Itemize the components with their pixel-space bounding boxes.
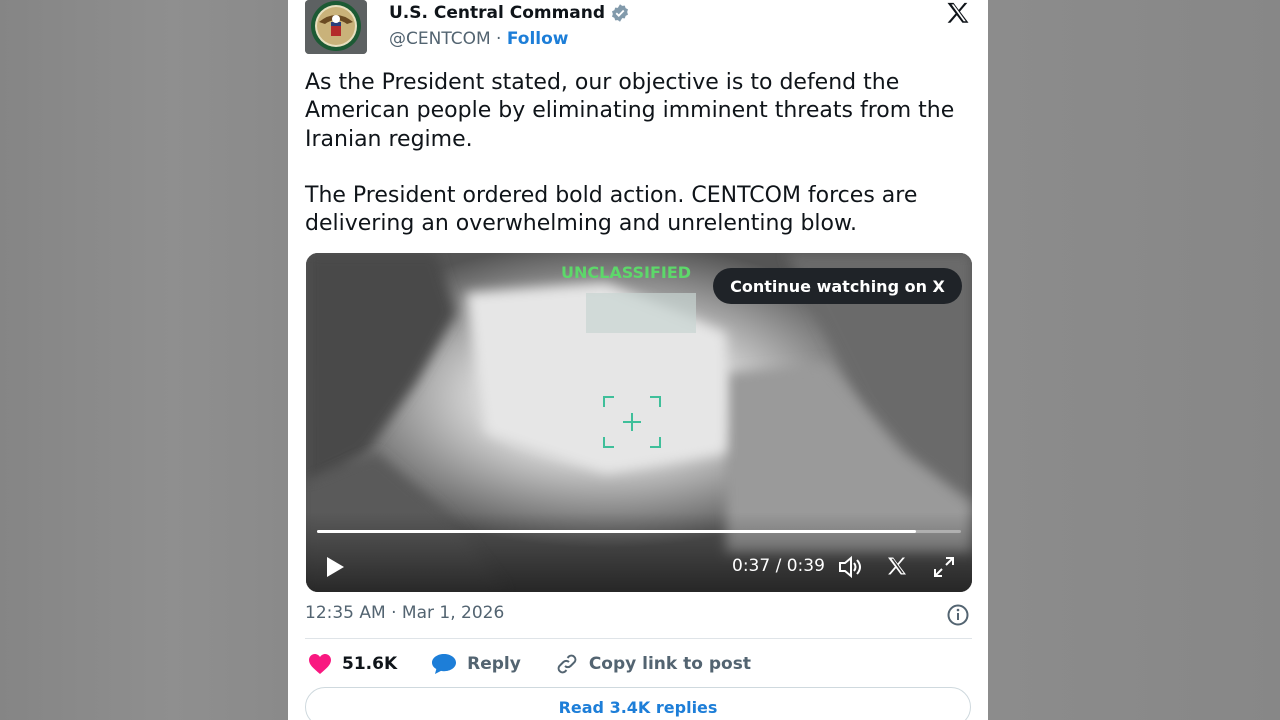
post-header: U.S. Central Command @CENTCOM · Follow [305,0,972,56]
read-replies-button[interactable]: Read 3.4K replies [305,687,971,720]
like-count: 51.6K [342,654,398,674]
video-progress-bar[interactable] [317,530,961,533]
link-icon [557,654,577,674]
backdrop-left [0,0,288,720]
embedded-post-card: U.S. Central Command @CENTCOM · Follow A… [288,0,988,720]
name-row: U.S. Central Command [389,3,630,23]
heart-icon [309,654,331,674]
continue-watching-button[interactable]: Continue watching on X [713,268,962,304]
controls-shade [306,512,972,592]
x-logo-icon[interactable] [885,555,909,579]
divider [305,638,972,639]
like-button[interactable]: 51.6K [308,653,397,675]
handle[interactable]: @CENTCOM [389,29,491,49]
post-timestamp[interactable]: 12:35 AM · Mar 1, 2026 [305,603,504,623]
post-actions: 51.6K Reply Copy link to post [308,650,785,678]
info-icon[interactable] [946,603,970,627]
post-paragraph-2: The President ordered bold action. CENTC… [305,182,918,237]
copy-link-label: Copy link to post [588,654,751,674]
reply-label: Reply [467,654,521,674]
copy-link-button[interactable]: Copy link to post [555,652,751,676]
video-progress-fill [317,530,916,533]
video-time: 0:37 / 0:39 [732,556,825,576]
fullscreen-icon[interactable] [932,555,956,579]
video-player[interactable]: UNCLASSIFIED Continue watching on X 0:37… [306,253,972,592]
display-name[interactable]: U.S. Central Command [389,3,605,23]
follow-button[interactable]: Follow [507,29,569,49]
handle-separator: · [490,29,507,49]
post-text: As the President stated, our objective i… [305,69,965,266]
x-logo-icon[interactable] [944,0,972,28]
play-icon[interactable] [324,555,346,579]
avatar[interactable] [305,0,367,54]
unclassified-overlay: UNCLASSIFIED [561,263,691,282]
volume-icon[interactable] [838,555,864,579]
centcom-seal-icon [305,0,367,54]
reply-bubble-icon [432,654,457,674]
backdrop-right [988,0,1280,720]
post-paragraph-1: As the President stated, our objective i… [305,70,955,152]
verified-badge-icon [612,4,629,22]
reply-button[interactable]: Reply [431,653,521,675]
handle-row: @CENTCOM · Follow [389,29,569,49]
